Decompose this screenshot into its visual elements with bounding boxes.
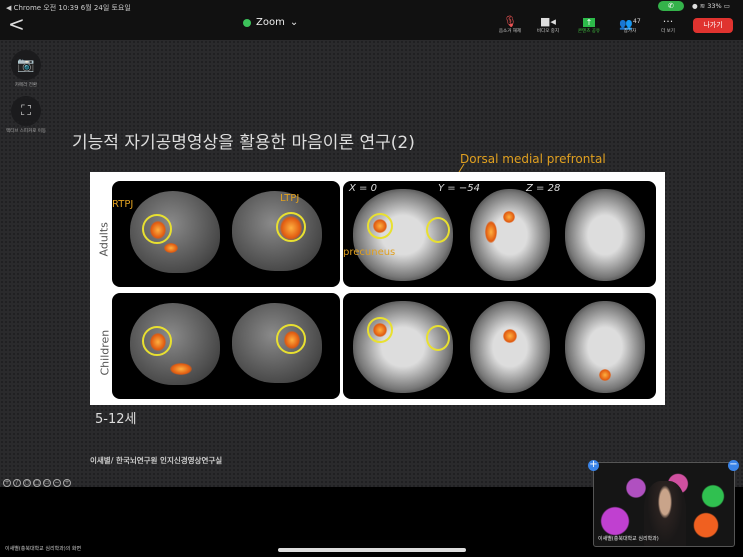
fit-icon[interactable]: □ [33, 479, 41, 487]
dmpfc-label: Dorsal medial prefrontal [460, 152, 606, 166]
dmpfc-circle [426, 325, 450, 351]
adults-surface-panel: RTPJ LTPJ [112, 181, 340, 287]
home-indicator[interactable] [278, 548, 466, 552]
unmute-button[interactable]: 🎙 음소거 해제 [490, 15, 530, 34]
pen-icon[interactable]: / [13, 479, 21, 487]
plus-icon[interactable]: + [63, 479, 71, 487]
activation [599, 369, 611, 381]
ltpj-circle [276, 212, 306, 242]
stop-video-button[interactable]: ■◂ 비디오 중지 [528, 15, 568, 34]
children-surface-panel [112, 293, 340, 399]
activation [503, 211, 515, 223]
children-label: Children [98, 329, 112, 376]
share-label: 콘텐츠 공유 [577, 29, 601, 34]
y-coord: Y = −54 [438, 183, 480, 194]
ltpj-circle [276, 324, 306, 354]
precuneus-label: precuneus [343, 247, 396, 258]
stop-video-label: 비디오 중지 [536, 29, 560, 34]
slide-credit: 이새별/ 한국뇌연구원 인지신경영상연구실 [90, 456, 223, 465]
share-button[interactable]: ↑ 콘텐츠 공유 [569, 15, 609, 34]
children-slice-panel [343, 293, 656, 399]
activation [503, 329, 517, 343]
active-speaker-button[interactable]: ⛶ [11, 96, 41, 126]
adults-slice-panel: X = 0 Y = −54 Z = 28 precuneus [343, 181, 656, 287]
participants-count: 47 [633, 18, 641, 25]
camera-icon[interactable]: ▭ [43, 479, 51, 487]
rtpj-circle [142, 214, 172, 244]
adults-label: Adults [97, 222, 111, 257]
battery-level: 33% [707, 2, 722, 10]
more-label: 더 보기 [661, 29, 675, 34]
coronal-slice [470, 189, 550, 281]
video-camera-icon: ■◂ [540, 15, 556, 28]
switch-camera-label: 카메라 전환 [14, 83, 38, 88]
slide-title: 기능적 자기공명영상을 활용한 마음이론 연구(2) [72, 133, 415, 153]
participant-name: 이새별(충북대학교 심리학과) [598, 536, 659, 542]
minimize-video-button[interactable]: − [728, 460, 739, 471]
share-icon: ↑ [569, 15, 609, 28]
annotation-toolbar: + / ○ □ ▭ − + [3, 479, 71, 487]
activation [170, 363, 192, 375]
participants-icon: 👥47 [619, 17, 641, 31]
switch-camera-button[interactable]: 📷 [11, 50, 41, 80]
active-speaker-label: 액티브 스피커로 이동 [5, 129, 47, 134]
more-button[interactable]: ··· 더 보기 [648, 15, 688, 34]
ltpj-label: LTPJ [280, 193, 300, 204]
speaker-view-off-icon: ⛶ [21, 103, 31, 119]
z-coord: Z = 28 [526, 183, 561, 194]
call-indicator[interactable]: ✆ [658, 1, 684, 11]
activation [485, 221, 497, 243]
camera-icon: 📷 [17, 57, 35, 73]
zoom-in-icon[interactable]: + [3, 479, 11, 487]
chevron-down-icon: ⌄ [289, 17, 299, 28]
participants-label: 참가자 [623, 29, 637, 34]
x-coord: X = 0 [349, 183, 377, 194]
rtpj-label: RTPJ [112, 199, 134, 210]
battery: ● ≋ 33% ▭ [692, 2, 730, 10]
coronal-slice [470, 301, 550, 393]
activation [164, 243, 178, 253]
brain-figure: Adults Children RTPJ LTPJ X = 0 Y = −54 … [90, 172, 665, 405]
unmute-label: 음소거 해제 [498, 29, 522, 34]
more-icon: ··· [662, 15, 674, 28]
back-button[interactable]: < [8, 12, 25, 36]
rtpj-circle [142, 326, 172, 356]
screen-owner-label: 이새별(충북대학교 심리학과)의 화면 [5, 546, 82, 552]
precuneus-circle [367, 213, 393, 239]
minus-icon[interactable]: − [53, 479, 61, 487]
participants-button[interactable]: 👥47 참가자 [610, 15, 650, 34]
video-tile[interactable]: 이새별(충북대학교 심리학과) [593, 462, 735, 547]
precuneus-circle [367, 317, 393, 343]
age-label: 5-12세 [95, 412, 137, 427]
title-label: Zoom [256, 17, 285, 28]
shield-icon [243, 18, 251, 27]
dmpfc-circle [426, 217, 450, 243]
mic-off-icon: 🎙 [503, 15, 517, 28]
expand-video-button[interactable]: + [588, 460, 599, 471]
axial-slice [565, 189, 645, 281]
meeting-title[interactable]: Zoom ⌄ [243, 17, 298, 28]
leave-button[interactable]: 나가기 [693, 18, 733, 33]
search-icon[interactable]: ○ [23, 479, 31, 487]
